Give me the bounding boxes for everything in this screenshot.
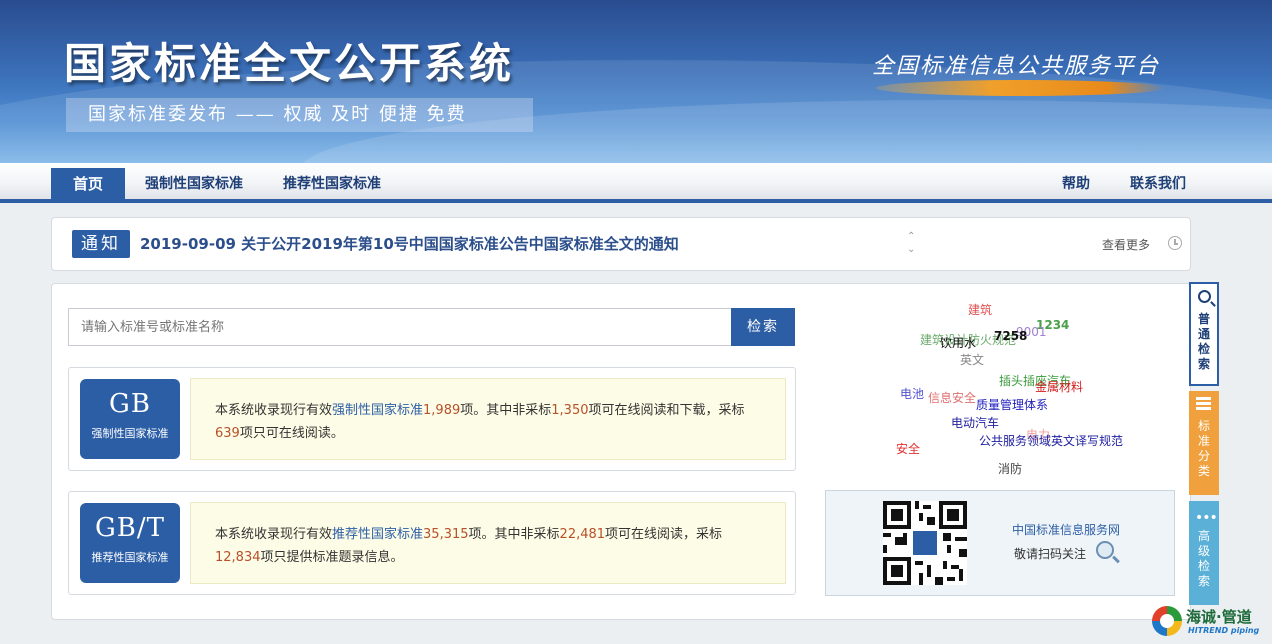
gb-desc-mid2: 项可在线阅读和下载，采标 — [588, 403, 745, 418]
site-title: 国家标准全文公开系统 — [64, 39, 515, 88]
side-tab-classification[interactable]: 标准分类 — [1189, 391, 1219, 495]
qr-title: 中国标准信息服务网 — [1012, 523, 1121, 537]
nav-contact[interactable]: 联系我们 — [1130, 169, 1186, 200]
gb-desc-prefix: 本系统收录现行有效 — [215, 403, 333, 418]
gb-logo-button[interactable]: GB 强制性国家标准 — [80, 379, 180, 459]
tag-cloud-item[interactable]: 安全 — [896, 440, 920, 457]
gb-desc-suffix: 项只可在线阅读。 — [239, 426, 344, 441]
side-tab-label: 普通检索 — [1197, 312, 1210, 371]
site-subtitle: 国家标准委发布 —— 权威 及时 便捷 免费 — [66, 98, 533, 132]
gbt-adopted-count: 12,834 — [215, 550, 261, 565]
nav-help[interactable]: 帮助 — [1062, 169, 1090, 200]
tag-cloud-item[interactable]: 信息安全 — [928, 389, 976, 406]
gb-desc-mid1: 项。其中非采标 — [460, 403, 552, 418]
side-tab-basic-search[interactable]: 普通检索 — [1189, 282, 1219, 386]
qr-code — [883, 501, 967, 585]
gbt-logo-button[interactable]: GB/T 推荐性国家标准 — [80, 503, 180, 583]
gbt-name: 推荐性国家标准 — [91, 551, 169, 564]
platform-slogan: 全国标准信息公共服务平台 — [872, 54, 1161, 79]
more-dots-icon: ••• — [1195, 510, 1218, 526]
qr-code-panel: 中国标准信息服务网 敬请扫码关注 — [825, 490, 1175, 596]
view-more-link[interactable]: 查看更多 — [1102, 236, 1150, 253]
search-button[interactable]: 检索 — [731, 308, 795, 346]
gb-code: GB — [109, 389, 151, 419]
notice-badge: 通知 — [72, 230, 130, 258]
gbt-desc-suffix: 项只提供标准题录信息。 — [260, 550, 404, 565]
gbt-description: 本系统收录现行有效推荐性国家标准35,315项。其中非采标22,481项可在线阅… — [190, 502, 786, 584]
gbt-type-link[interactable]: 推荐性国家标准 — [332, 527, 423, 542]
gb-type-link[interactable]: 强制性国家标准 — [332, 403, 423, 418]
gb-non-adopted-count: 1,350 — [551, 403, 589, 418]
gbt-desc-prefix: 本系统收录现行有效 — [215, 527, 333, 542]
brand-circle-icon — [1152, 606, 1182, 636]
gbt-non-adopted-count: 22,481 — [559, 527, 606, 542]
notice-link[interactable]: 2019-09-09 关于公开2019年第10号中国国家标准公告中国家标准全文的… — [140, 233, 679, 254]
side-tab-label: 标准分类 — [1197, 419, 1210, 478]
tag-cloud-item[interactable]: 质量管理体系 — [976, 396, 1048, 413]
gbt-total-count: 35,315 — [423, 527, 469, 542]
gbt-desc-mid2: 项可在线阅读，采标 — [605, 527, 723, 542]
nav-recommended-standards[interactable]: 推荐性国家标准 — [283, 169, 381, 200]
main-panel: 检索 GB 强制性国家标准 本系统收录现行有效强制性国家标准1,989项。其中非… — [51, 283, 1191, 620]
gb-name: 强制性国家标准 — [91, 427, 169, 440]
tag-cloud-item[interactable]: 消防 — [998, 460, 1022, 477]
tag-cloud-item[interactable]: 饮用水 — [940, 334, 976, 351]
tag-cloud-item[interactable]: 英文 — [960, 351, 984, 368]
hot-search-tag-cloud: 建筑 1234 建筑设计防火规范 9001 7258 饮用水 英文 插头插座汽车… — [882, 284, 1182, 484]
notice-bar: 通知 2019-09-09 关于公开2019年第10号中国国家标准公告中国家标准… — [51, 217, 1191, 271]
nav-home[interactable]: 首页 — [51, 168, 125, 200]
clock-icon — [1168, 236, 1182, 250]
header-banner: 国家标准全文公开系统 国家标准委发布 —— 权威 及时 便捷 免费 全国标准信息… — [0, 0, 1272, 163]
side-tab-advanced-search[interactable]: ••• 高级检索 — [1189, 501, 1219, 605]
tag-cloud-item[interactable]: 电池 — [900, 385, 924, 402]
qr-subtitle: 敬请扫码关注 — [1014, 547, 1087, 561]
gb-standard-card: GB 强制性国家标准 本系统收录现行有效强制性国家标准1,989项。其中非采标1… — [68, 367, 796, 471]
main-nav: 首页 强制性国家标准 推荐性国家标准 帮助 联系我们 — [0, 163, 1272, 203]
search-input[interactable] — [68, 308, 732, 346]
brand-logo: 海诚·管道 HITREND piping — [1152, 604, 1264, 640]
tag-cloud-item[interactable]: 金属材料 — [1035, 378, 1083, 395]
list-icon — [1196, 397, 1211, 411]
tag-cloud-item[interactable]: 公共服务领域英文译写规范 — [979, 432, 1123, 449]
tag-cloud-item[interactable]: 7258 — [994, 329, 1027, 343]
notice-scroll-arrows[interactable]: ⌃ ⌄ — [907, 230, 915, 256]
chevron-up-icon[interactable]: ⌃ — [907, 230, 915, 243]
brand-name-en: HITREND piping — [1188, 626, 1260, 635]
magnifier-icon — [1096, 541, 1114, 559]
gbt-code: GB/T — [95, 513, 165, 543]
slogan-swoosh — [876, 80, 1166, 96]
side-tab-label: 高级检索 — [1197, 529, 1210, 588]
nav-mandatory-standards[interactable]: 强制性国家标准 — [145, 169, 243, 200]
gb-adopted-count: 639 — [215, 426, 240, 441]
search-icon — [1198, 290, 1211, 303]
gbt-standard-card: GB/T 推荐性国家标准 本系统收录现行有效推荐性国家标准35,315项。其中非… — [68, 491, 796, 595]
tag-cloud-item[interactable]: 电动汽车 — [951, 414, 999, 431]
gb-description: 本系统收录现行有效强制性国家标准1,989项。其中非采标1,350项可在线阅读和… — [190, 378, 786, 460]
gb-total-count: 1,989 — [423, 403, 461, 418]
brand-name-cn: 海诚·管道 — [1186, 608, 1252, 626]
chevron-down-icon[interactable]: ⌄ — [907, 243, 915, 256]
tag-cloud-item[interactable]: 建筑 — [968, 301, 992, 318]
gbt-desc-mid1: 项。其中非采标 — [468, 527, 560, 542]
